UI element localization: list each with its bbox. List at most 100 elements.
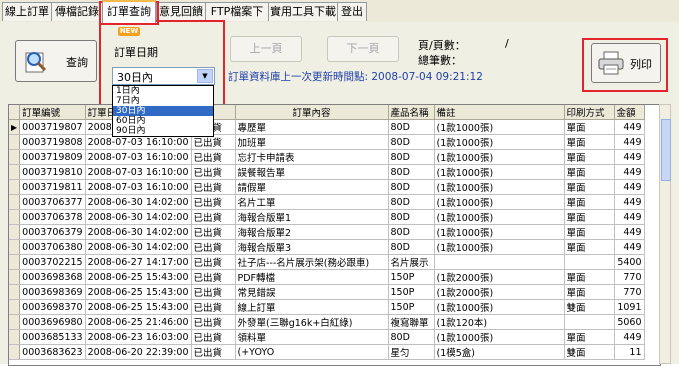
order-table[interactable]: 訂單編號 訂單日期 訂單內容 產品名稱 備註 印刷方式 金額 ▶ 00037198… xyxy=(8,104,661,366)
row-indicator[interactable] xyxy=(9,269,21,285)
table-cell: 已出貨 xyxy=(191,344,236,360)
table-cell: 外發單(三聯g16k+白紅綠) xyxy=(235,314,389,330)
table-cell: 80D xyxy=(388,224,435,240)
tab-tools-download[interactable]: 實用工具下載 xyxy=(268,2,338,21)
column-header[interactable] xyxy=(9,105,21,120)
row-indicator[interactable] xyxy=(9,164,21,180)
table-cell: (1款1000張) xyxy=(434,224,565,240)
column-header[interactable]: 訂單內容 xyxy=(235,105,389,120)
table-cell: 80D xyxy=(388,149,435,165)
row-indicator[interactable] xyxy=(9,344,21,360)
row-indicator[interactable] xyxy=(9,194,21,210)
date-option[interactable]: 90日內 xyxy=(113,126,213,136)
table-row[interactable]: ▶00037198072008-07-03 16:10:00已出貨專歷單80D(… xyxy=(9,119,645,135)
prev-page-button[interactable]: 上一頁 xyxy=(230,36,302,62)
table-cell: 單面 xyxy=(564,284,615,300)
row-indicator[interactable] xyxy=(9,149,21,165)
table-cell: 0003719809 xyxy=(19,149,86,165)
db-update-time: 訂單資料庫上一次更新時間點: 2008-07-04 09:21:12 xyxy=(228,71,483,83)
row-indicator[interactable] xyxy=(9,314,21,330)
table-cell: 雙面 xyxy=(564,299,615,315)
table-cell: 449 xyxy=(614,119,645,135)
date-option[interactable]: 1日內 xyxy=(113,86,213,96)
table-cell: (1款1000張) xyxy=(434,179,565,195)
row-indicator[interactable] xyxy=(9,134,21,150)
table-cell: 2008-07-03 16:10:00 xyxy=(85,179,192,195)
table-cell: 雙面 xyxy=(564,344,615,360)
table-cell: (1款1000張) xyxy=(434,149,565,165)
table-row[interactable]: 0003719808 2008-07-03 16:10:00 已出貨 加班單 80D (1… xyxy=(9,134,645,150)
row-indicator[interactable] xyxy=(9,179,21,195)
table-cell: 2008-07-03 16:10:00 xyxy=(85,149,192,165)
table-cell: 80D xyxy=(388,164,435,180)
table-cell: 單面 xyxy=(564,164,615,180)
tab-logout[interactable]: 登出 xyxy=(337,2,367,21)
row-indicator[interactable] xyxy=(9,329,21,345)
date-option[interactable]: 60日內 xyxy=(113,116,213,126)
row-indicator[interactable] xyxy=(9,224,21,240)
date-option[interactable]: 30日內 xyxy=(113,106,213,116)
table-cell: (+YOYO xyxy=(235,344,389,360)
table-cell: 80D xyxy=(388,194,435,210)
query-button[interactable]: 查詢 xyxy=(15,40,97,82)
tab-order-query[interactable]: 訂單查詢 xyxy=(102,0,156,23)
table-row[interactable]: 0003719810 2008-07-03 16:10:00 已出貨 誤餐報告單 80D… xyxy=(9,164,645,180)
tab-upload-log[interactable]: 傳檔記錄 xyxy=(51,2,103,21)
row-indicator[interactable] xyxy=(9,284,21,300)
tab-ftp-download[interactable]: FTP檔案下載 xyxy=(205,2,269,36)
table-cell: 已出貨 xyxy=(191,239,236,255)
table-row[interactable]: 0003685133 2008-06-23 16:03:00 已出貨 領料單 80D (1… xyxy=(9,329,645,345)
column-header[interactable]: 產品名稱 xyxy=(388,105,435,120)
table-row[interactable]: 0003698368 2008-06-25 15:43:00 已出貨 PDF轉檔 150… xyxy=(9,269,645,285)
tab-feedback[interactable]: 意見回饋 xyxy=(156,2,206,21)
row-indicator[interactable] xyxy=(9,299,21,315)
table-row[interactable]: 0003706377 2008-06-30 14:02:00 已出貨 名片工單 80D(… xyxy=(9,194,645,210)
table-cell: 社子店---名片展示架(務必跟車) xyxy=(235,254,389,270)
print-button[interactable]: 列印 xyxy=(591,43,661,83)
table-cell: 0003698370 xyxy=(19,299,86,315)
table-row[interactable]: 0003696980 2008-06-25 21:46:00 已出貨 外發單(三聯g1… xyxy=(9,314,645,330)
column-header[interactable]: 備註 xyxy=(434,105,565,120)
table-cell: 150P xyxy=(388,284,435,300)
table-row[interactable]: 0003719809 2008-07-03 16:10:00 已出貨 忘打卡申請表 80… xyxy=(9,149,645,165)
table-row[interactable]: 0003706378 2008-06-30 14:02:00 已出貨 海報合版單1 80… xyxy=(9,209,645,225)
table-cell: 770 xyxy=(614,284,645,300)
table-row[interactable]: 0003706379 2008-06-30 14:02:00 已出貨 海報合版單2 80… xyxy=(9,224,645,240)
table-cell: 單面 xyxy=(564,149,615,165)
vertical-scrollbar[interactable] xyxy=(659,104,671,364)
table-row[interactable]: 0003698370 2008-06-25 15:43:00 已出貨 線上訂單 150P… xyxy=(9,299,645,315)
table-cell: (1款1000張) xyxy=(434,194,565,210)
column-header[interactable]: 金額 xyxy=(614,105,645,120)
table-cell: 0003719811 xyxy=(19,179,86,195)
table-row[interactable]: 0003683623 2008-06-20 22:39:00 已出貨 (+YOYO 星匀… xyxy=(9,344,645,360)
table-header-row: 訂單編號 訂單日期 訂單內容 產品名稱 備註 印刷方式 金額 xyxy=(9,105,645,120)
row-indicator[interactable]: ▶ xyxy=(9,119,21,135)
table-cell: 2008-06-25 15:43:00 xyxy=(85,269,192,285)
row-indicator[interactable] xyxy=(9,209,21,225)
table-cell: 已出貨 xyxy=(191,254,236,270)
table-cell: (1款1000張) xyxy=(434,119,565,135)
table-cell: 449 xyxy=(614,149,645,165)
column-header[interactable]: 印刷方式 xyxy=(564,105,615,120)
table-cell: 80D xyxy=(388,119,435,135)
table-cell: 80D xyxy=(388,209,435,225)
column-header[interactable]: 訂單編號 xyxy=(19,105,86,120)
table-cell: 0003706378 xyxy=(19,209,86,225)
table-row[interactable]: 0003706380 2008-06-30 14:02:00 已出貨 海報合版單3 80… xyxy=(9,239,645,255)
table-row[interactable]: 0003719811 2008-07-03 16:10:00 已出貨 請假單 80D (1… xyxy=(9,179,645,195)
table-row[interactable]: 0003698369 2008-06-25 15:43:00 已出貨 常見錯誤 150P… xyxy=(9,284,645,300)
table-row[interactable]: 0003702215 2008-06-27 14:17:00 已出貨 社子店---名片… xyxy=(9,254,645,270)
table-cell: 常見錯誤 xyxy=(235,284,389,300)
table-cell: (1款1000張) xyxy=(434,239,565,255)
table-cell: 0003702215 xyxy=(19,254,86,270)
tab-online-order[interactable]: 線上訂單 xyxy=(2,2,52,21)
date-option[interactable]: 7日內 xyxy=(113,96,213,106)
next-page-button[interactable]: 下一頁 xyxy=(327,36,399,62)
table-cell: 0003696980 xyxy=(19,314,86,330)
scrollbar-thumb[interactable] xyxy=(661,119,671,181)
row-indicator[interactable] xyxy=(9,254,21,270)
table-cell: 0003698369 xyxy=(19,284,86,300)
table-cell: (1款120本) xyxy=(434,314,565,330)
row-indicator[interactable] xyxy=(9,239,21,255)
printer-icon xyxy=(597,50,625,76)
